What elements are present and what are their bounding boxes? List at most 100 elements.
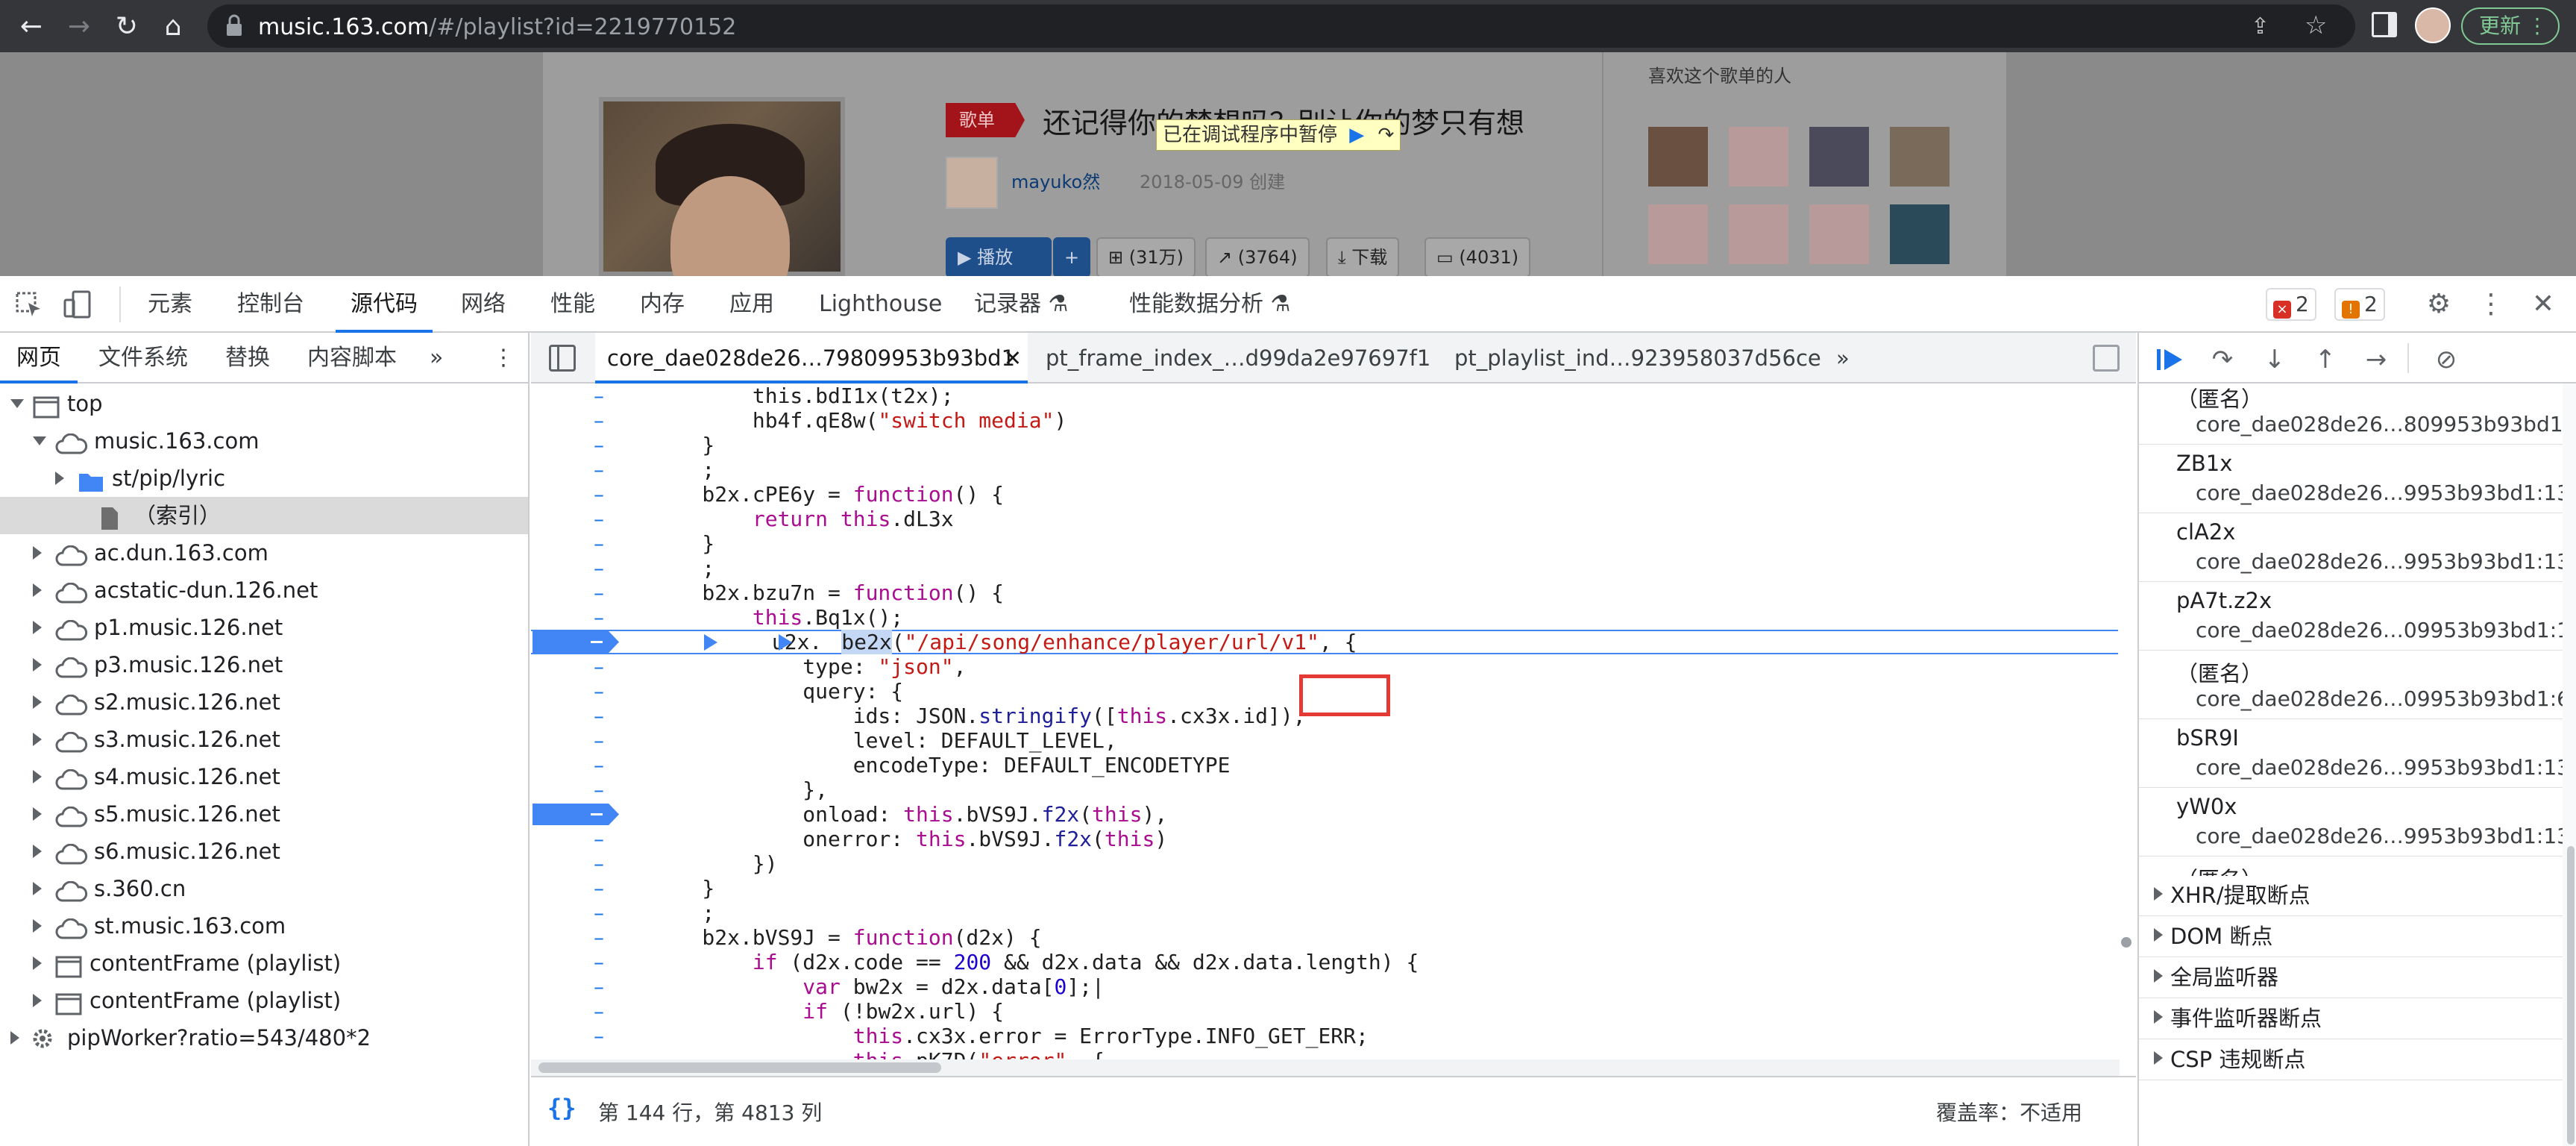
expand-arrow-icon[interactable] xyxy=(33,546,42,560)
debugger-section-header[interactable]: 事件监听器断点 xyxy=(2139,998,2576,1039)
pretty-print-button[interactable]: {} xyxy=(547,1094,577,1122)
nav-tab-filesystem[interactable]: 文件系统 xyxy=(98,333,188,383)
tab-network[interactable]: 网络 xyxy=(461,276,506,333)
editor-tab-pt-playlist[interactable]: pt_playlist_ind…923958037d56ce xyxy=(1442,333,1833,383)
expand-arrow-icon[interactable] xyxy=(33,919,42,933)
step-over-icon[interactable]: ↷ xyxy=(2206,343,2239,376)
tab-performance-insights[interactable]: 性能数据分析 ⚗ xyxy=(1129,276,1290,333)
tree-item[interactable]: s2.music.126.net xyxy=(0,683,528,721)
tab-memory[interactable]: 内存 xyxy=(640,276,685,333)
editor-tab-pt-frame[interactable]: pt_frame_index_…d99da2e97697f1 xyxy=(1034,333,1442,383)
paused-code-line[interactable]: u2x. be2x("/api/song/enhance/player/url/v… xyxy=(531,630,2118,654)
liker-avatar[interactable] xyxy=(1648,204,1708,264)
expand-arrow-icon[interactable] xyxy=(33,956,42,970)
liker-avatar[interactable] xyxy=(1729,127,1788,187)
device-toolbar-icon[interactable] xyxy=(63,289,92,319)
tab-console[interactable]: 控制台 xyxy=(237,276,304,333)
debugger-section-header[interactable]: 全局监听器 xyxy=(2139,957,2576,998)
error-count-badge[interactable]: × 2 xyxy=(2266,288,2316,321)
code-line[interactable]: – } xyxy=(531,433,2118,457)
back-icon[interactable]: ← xyxy=(12,7,51,46)
liker-avatar[interactable] xyxy=(1729,204,1788,264)
call-frame[interactable]: pA7t.z2x core_dae028de26…09953b93bd1:1 xyxy=(2139,582,2563,651)
code-line[interactable]: – var bw2x = d2x.data[0];| xyxy=(531,974,2118,999)
comment-button[interactable]: ▭ (4031) xyxy=(1424,237,1531,276)
side-panel-icon[interactable] xyxy=(2372,12,2397,37)
code-line[interactable]: – }, xyxy=(531,777,2118,802)
expand-arrow-icon[interactable] xyxy=(33,695,42,709)
collapse-arrow-icon[interactable] xyxy=(33,436,46,445)
expand-arrow-icon[interactable] xyxy=(33,994,42,1007)
expand-arrow-icon[interactable] xyxy=(33,882,42,895)
warning-count-badge[interactable]: ! 2 xyxy=(2334,288,2385,321)
more-options-icon[interactable]: ⋮ xyxy=(2475,288,2507,321)
tree-item[interactable]: st.music.163.com xyxy=(0,907,528,945)
code-line[interactable]: – this.Bq1x(); xyxy=(531,605,2118,630)
code-line[interactable]: – this.cx3x.error = ErrorType.INFO_GET_E… xyxy=(531,1024,2118,1048)
inline-breakpoint-icon[interactable] xyxy=(704,634,717,651)
code-line[interactable]: – } xyxy=(531,531,2118,556)
share-button[interactable]: ↗ (3764) xyxy=(1205,237,1310,276)
breakpoint-marker[interactable] xyxy=(533,804,619,825)
tab-application[interactable]: 应用 xyxy=(729,276,774,333)
call-frame[interactable]: bSR9I core_dae028de26…9953b93bd1:13 xyxy=(2139,719,2563,788)
debugger-section-header[interactable]: CSP 违规断点 xyxy=(2139,1039,2576,1080)
nav-tab-content-scripts[interactable]: 内容脚本 xyxy=(307,333,397,383)
download-button[interactable]: ⤓ 下载 xyxy=(1326,237,1400,276)
code-line[interactable]: – ; xyxy=(531,901,2118,925)
settings-gear-icon[interactable]: ⚙ xyxy=(2422,288,2455,321)
expand-arrow-icon[interactable] xyxy=(33,621,42,634)
step-icon[interactable]: → xyxy=(2360,343,2393,376)
expand-arrow-icon[interactable] xyxy=(10,1031,19,1045)
close-devtools-icon[interactable]: ✕ xyxy=(2527,288,2560,321)
profile-avatar[interactable] xyxy=(2415,7,2451,43)
tree-item[interactable]: （索引） xyxy=(0,497,528,534)
debugger-section-header[interactable]: DOM 断点 xyxy=(2139,916,2576,957)
expand-arrow-icon[interactable] xyxy=(33,845,42,858)
tab-sources[interactable]: 源代码 xyxy=(336,276,433,333)
debugger-section-header[interactable]: XHR/提取断点 xyxy=(2139,875,2576,916)
sidebar-scrollbar[interactable] xyxy=(2563,383,2576,1146)
breakpoint-code-line[interactable]: onload: this.bVS9J.f2x(this), xyxy=(531,802,2118,827)
tab-elements[interactable]: 元素 xyxy=(148,276,192,333)
inline-breakpoint-icon[interactable] xyxy=(779,634,792,651)
code-line[interactable]: – level: DEFAULT_LEVEL, xyxy=(531,728,2118,753)
close-tab-icon[interactable]: ✕ xyxy=(1004,333,1022,383)
deactivate-breakpoints-icon[interactable]: ⊘ xyxy=(2430,343,2463,376)
nav-more-tabs[interactable]: » xyxy=(430,333,443,383)
code-line[interactable]: – return this.dL3x xyxy=(531,507,2118,531)
tree-item[interactable]: s.360.cn xyxy=(0,870,528,907)
tree-item[interactable]: top xyxy=(0,385,528,422)
nav-tab-page[interactable]: 网页 xyxy=(0,333,78,383)
tab-recorder[interactable]: 记录器 ⚗ xyxy=(974,276,1068,333)
reload-icon[interactable]: ↻ xyxy=(107,7,146,46)
vertical-scrollbar[interactable] xyxy=(2121,937,2132,948)
call-frame[interactable]: clA2x core_dae028de26…9953b93bd1:13 xyxy=(2139,513,2563,582)
tree-item[interactable]: s5.music.126.net xyxy=(0,795,528,833)
url-text[interactable]: music.163.com/#/playlist?id=2219770152 xyxy=(258,14,736,40)
expand-arrow-icon[interactable] xyxy=(33,807,42,821)
step-out-icon[interactable]: ↑ xyxy=(2309,343,2342,376)
call-frame[interactable]: yW0x core_dae028de26…9953b93bd1:13 xyxy=(2139,788,2563,857)
creator-avatar[interactable] xyxy=(946,157,998,209)
code-line[interactable]: – ; xyxy=(531,457,2118,482)
code-line[interactable]: – b2x.bVS9J = function(d2x) { xyxy=(531,925,2118,950)
bookmark-star-icon[interactable]: ☆ xyxy=(2305,10,2327,40)
toggle-debugger-icon[interactable] xyxy=(2093,345,2120,372)
expand-arrow-icon[interactable] xyxy=(55,472,64,485)
address-bar[interactable]: music.163.com/#/playlist?id=2219770152 ⇪… xyxy=(207,4,2355,48)
liker-avatar[interactable] xyxy=(1809,127,1869,187)
toggle-navigator-icon[interactable] xyxy=(549,345,576,372)
collapse-arrow-icon[interactable] xyxy=(10,399,24,408)
code-line[interactable]: – if (!bw2x.url) { xyxy=(531,999,2118,1024)
more-editor-tabs[interactable]: » xyxy=(1836,333,1850,383)
creator-name[interactable]: mayuko然 xyxy=(1011,167,1100,193)
liker-avatar[interactable] xyxy=(1809,204,1869,264)
expand-arrow-icon[interactable] xyxy=(33,658,42,671)
more-vert-icon[interactable]: ⋮ xyxy=(492,333,515,383)
call-frame[interactable]: （匿名）core_dae028de26…809953b93bd1: xyxy=(2139,857,2563,876)
code-line[interactable]: – this.pK7D("error", { xyxy=(531,1048,2118,1059)
horizontal-scrollbar[interactable] xyxy=(531,1059,2120,1076)
playlist-cover[interactable] xyxy=(599,97,845,276)
add-to-queue-button[interactable]: + xyxy=(1053,237,1090,276)
